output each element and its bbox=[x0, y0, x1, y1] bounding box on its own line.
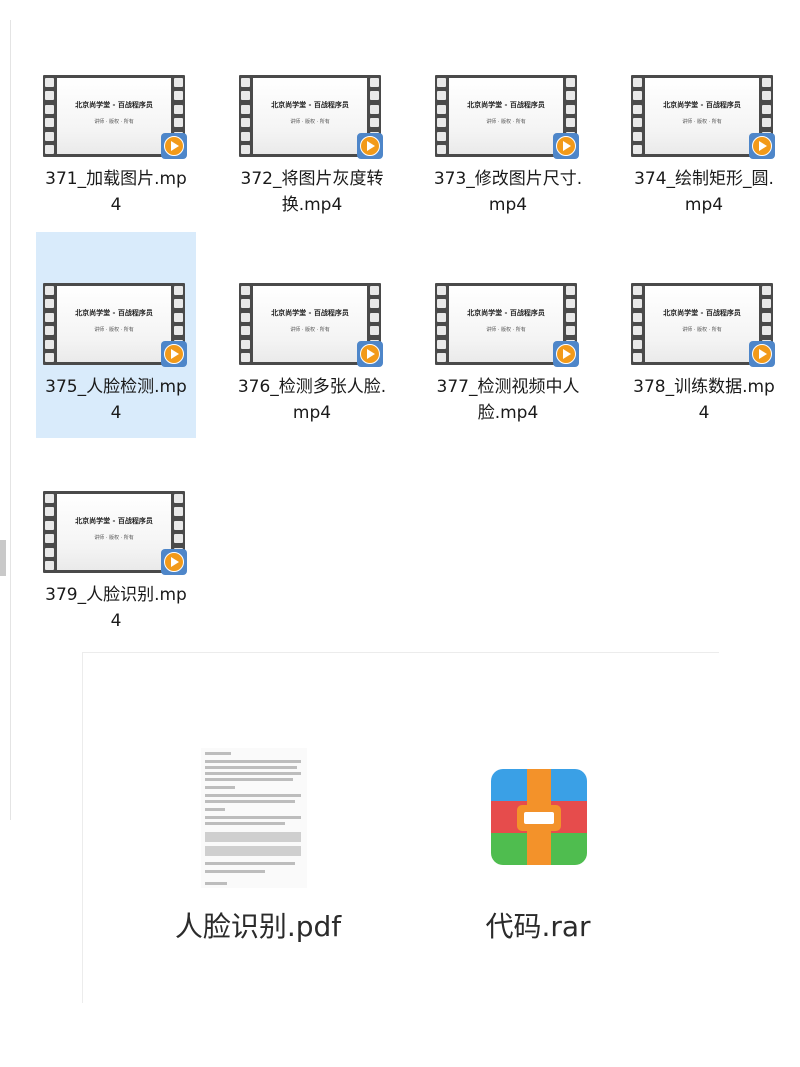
file-item-rar[interactable]: 代码.rar bbox=[413, 653, 663, 973]
video-thumbnail: 北京尚学堂 - 百战程序员 讲师 · 版权 · 所有 bbox=[631, 281, 775, 367]
play-icon bbox=[553, 341, 579, 367]
file-item-pdf[interactable]: 人脸识别.pdf bbox=[133, 653, 383, 973]
thumbnail-title: 北京尚学堂 - 百战程序员 bbox=[663, 308, 741, 317]
thumbnail-title: 北京尚学堂 - 百战程序员 bbox=[271, 308, 349, 317]
thumbnail-title: 北京尚学堂 - 百战程序员 bbox=[75, 100, 153, 109]
thumbnail-subtitle: 讲师 · 版权 · 所有 bbox=[94, 327, 134, 333]
pdf-document-icon bbox=[201, 748, 307, 888]
play-icon bbox=[161, 341, 187, 367]
file-item-379[interactable]: 北京尚学堂 - 百战程序员 讲师 · 版权 · 所有 379_人脸识别.mp4 bbox=[36, 440, 196, 646]
file-name: 代码.rar bbox=[485, 910, 591, 943]
thumbnail-subtitle: 讲师 · 版权 · 所有 bbox=[94, 119, 134, 125]
thumbnail-subtitle: 讲师 · 版权 · 所有 bbox=[682, 119, 722, 125]
play-icon bbox=[749, 341, 775, 367]
video-thumbnail: 北京尚学堂 - 百战程序员 讲师 · 版权 · 所有 bbox=[631, 73, 775, 159]
video-thumbnail: 北京尚学堂 - 百战程序员 讲师 · 版权 · 所有 bbox=[239, 281, 383, 367]
file-item-377[interactable]: 北京尚学堂 - 百战程序员 讲师 · 版权 · 所有 377_检测视频中人脸.m… bbox=[428, 232, 588, 438]
thumbnail-title: 北京尚学堂 - 百战程序员 bbox=[467, 100, 545, 109]
file-item-372[interactable]: 北京尚学堂 - 百战程序员 讲师 · 版权 · 所有 372_将图片灰度转换.m… bbox=[232, 24, 392, 230]
video-thumbnail: 北京尚学堂 - 百战程序员 讲师 · 版权 · 所有 bbox=[43, 73, 187, 159]
file-item-373[interactable]: 北京尚学堂 - 百战程序员 讲师 · 版权 · 所有 373_修改图片尺寸.mp… bbox=[428, 24, 588, 230]
file-item-376[interactable]: 北京尚学堂 - 百战程序员 讲师 · 版权 · 所有 376_检测多张人脸.mp… bbox=[232, 232, 392, 438]
video-thumbnail: 北京尚学堂 - 百战程序员 讲师 · 版权 · 所有 bbox=[43, 489, 187, 575]
file-name: 373_修改图片尺寸.mp4 bbox=[433, 169, 583, 215]
file-name: 377_检测视频中人脸.mp4 bbox=[436, 377, 580, 423]
thumbnail-title: 北京尚学堂 - 百战程序员 bbox=[75, 308, 153, 317]
video-thumbnail: 北京尚学堂 - 百战程序员 讲师 · 版权 · 所有 bbox=[43, 281, 187, 367]
play-icon bbox=[357, 341, 383, 367]
file-name: 372_将图片灰度转换.mp4 bbox=[240, 169, 384, 215]
play-icon bbox=[161, 133, 187, 159]
video-thumbnail: 北京尚学堂 - 百战程序员 讲师 · 版权 · 所有 bbox=[435, 281, 579, 367]
thumbnail-subtitle: 讲师 · 版权 · 所有 bbox=[94, 535, 134, 541]
rar-archive-icon bbox=[491, 769, 587, 865]
file-name: 人脸识别.pdf bbox=[174, 910, 342, 943]
thumbnail-subtitle: 讲师 · 版权 · 所有 bbox=[486, 119, 526, 125]
file-name: 371_加载图片.mp4 bbox=[45, 169, 187, 215]
play-icon bbox=[161, 549, 187, 575]
file-item-371[interactable]: 北京尚学堂 - 百战程序员 讲师 · 版权 · 所有 371_加载图片.mp4 bbox=[36, 24, 196, 230]
thumbnail-title: 北京尚学堂 - 百战程序员 bbox=[75, 516, 153, 525]
file-item-375[interactable]: 北京尚学堂 - 百战程序员 讲师 · 版权 · 所有 375_人脸检测.mp4 bbox=[36, 232, 196, 438]
video-thumbnail: 北京尚学堂 - 百战程序员 讲师 · 版权 · 所有 bbox=[239, 73, 383, 159]
video-file-grid: 北京尚学堂 - 百战程序员 讲师 · 版权 · 所有 371_加载图片.mp4 … bbox=[0, 0, 800, 650]
thumbnail-title: 北京尚学堂 - 百战程序员 bbox=[663, 100, 741, 109]
file-name: 378_训练数据.mp4 bbox=[633, 377, 775, 423]
file-name: 375_人脸检测.mp4 bbox=[45, 377, 187, 423]
thumbnail-title: 北京尚学堂 - 百战程序员 bbox=[271, 100, 349, 109]
file-name: 379_人脸识别.mp4 bbox=[45, 585, 187, 631]
play-icon bbox=[553, 133, 579, 159]
file-item-374[interactable]: 北京尚学堂 - 百战程序员 讲师 · 版权 · 所有 374_绘制矩形_圆.mp… bbox=[624, 24, 784, 230]
play-icon bbox=[749, 133, 775, 159]
file-item-378[interactable]: 北京尚学堂 - 百战程序员 讲师 · 版权 · 所有 378_训练数据.mp4 bbox=[624, 232, 784, 438]
thumbnail-subtitle: 讲师 · 版权 · 所有 bbox=[682, 327, 722, 333]
video-thumbnail: 北京尚学堂 - 百战程序员 讲师 · 版权 · 所有 bbox=[435, 73, 579, 159]
file-name: 376_检测多张人脸.mp4 bbox=[237, 377, 387, 423]
thumbnail-subtitle: 讲师 · 版权 · 所有 bbox=[290, 119, 330, 125]
thumbnail-subtitle: 讲师 · 版权 · 所有 bbox=[290, 327, 330, 333]
play-icon bbox=[357, 133, 383, 159]
attachments-panel: 人脸识别.pdf 代码.rar bbox=[82, 652, 719, 1003]
thumbnail-title: 北京尚学堂 - 百战程序员 bbox=[467, 308, 545, 317]
file-name: 374_绘制矩形_圆.mp4 bbox=[634, 169, 774, 215]
thumbnail-subtitle: 讲师 · 版权 · 所有 bbox=[486, 327, 526, 333]
